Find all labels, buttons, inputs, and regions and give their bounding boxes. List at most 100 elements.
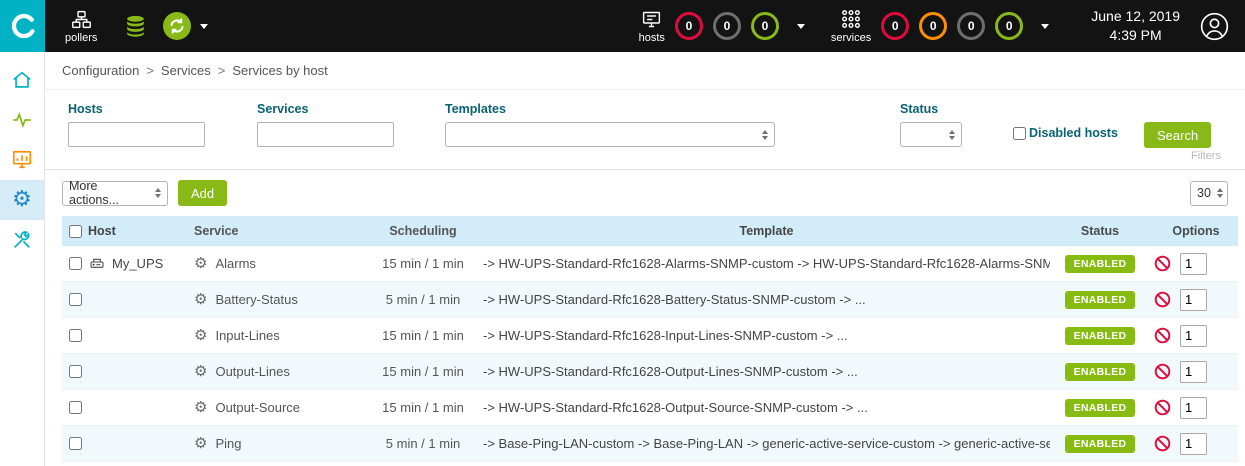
centreon-logo[interactable] [0,0,45,52]
breadcrumb-item-services[interactable]: Services [161,63,211,78]
row-checkbox[interactable] [69,329,82,342]
filters-caption: Filters [1191,150,1221,162]
breadcrumb-item-configuration[interactable]: Configuration [62,63,139,78]
services-warning-counter[interactable]: 0 [919,12,947,40]
template-chain: -> HW-UPS-Standard-Rfc1628-Alarms-SNMP-c… [483,256,1050,271]
database-menu[interactable] [123,13,148,40]
services-critical-counter[interactable]: 0 [881,12,909,40]
top-bar: pollers hosts [0,0,1245,52]
host-icon [88,256,106,272]
disable-icon[interactable] [1154,399,1171,416]
disabled-hosts-filter: Disabled hosts [1013,126,1118,140]
hosts-down-counter[interactable]: 0 [675,12,703,40]
hosts-unreachable-counter[interactable]: 0 [713,12,741,40]
pollers-menu[interactable]: pollers [65,9,97,44]
disable-icon[interactable] [1154,327,1171,344]
services-label: services [831,32,871,44]
row-checkbox[interactable] [69,437,82,450]
sidebar-item-administration[interactable] [0,220,44,260]
disable-icon[interactable] [1154,435,1171,452]
templates-filter-label: Templates [445,102,506,116]
hosts-menu[interactable]: hosts [639,9,665,44]
gear-icon: ⚙ [194,400,207,415]
sync-status-icon [162,11,192,41]
hosts-filter-input[interactable] [68,122,205,147]
sidebar-item-home[interactable] [0,60,44,100]
services-unknown-counter[interactable]: 0 [957,12,985,40]
gear-icon: ⚙ [194,256,207,271]
sidebar-item-reporting[interactable] [0,140,44,180]
template-chain: -> HW-UPS-Standard-Rfc1628-Output-Source… [483,400,1050,415]
select-arrows-icon [762,130,768,140]
scheduling-value: 15 min / 1 min [363,400,483,415]
service-name[interactable]: Input-Lines [215,328,279,343]
row-checkbox[interactable] [69,365,82,378]
row-checkbox[interactable] [69,293,82,306]
header-options: Options [1150,224,1238,238]
services-table: Host Service Scheduling Template Status … [62,216,1238,462]
templates-filter-select[interactable] [445,122,775,147]
disable-icon[interactable] [1154,255,1171,272]
header-host: Host [88,224,188,238]
service-name[interactable]: Battery-Status [215,292,297,307]
row-checkbox[interactable] [69,257,82,270]
disabled-hosts-label: Disabled hosts [1029,126,1118,140]
duplicate-count-input[interactable] [1180,433,1207,455]
counter-value: 0 [930,19,937,33]
gear-icon: ⚙ [12,189,32,211]
current-date: June 12, 2019 [1091,7,1180,26]
service-name[interactable]: Output-Source [215,400,300,415]
user-menu[interactable] [1200,12,1229,41]
more-actions-select[interactable]: More actions... [62,181,168,206]
scheduling-value: 5 min / 1 min [363,436,483,451]
service-name[interactable]: Ping [215,436,241,451]
add-button[interactable]: Add [178,180,227,206]
table-row: ⚙ Battery-Status 5 min / 1 min -> HW-UPS… [62,282,1238,318]
status-filter-select[interactable] [900,122,962,147]
services-ok-counter[interactable]: 0 [995,12,1023,40]
select-all-checkbox[interactable] [69,225,82,238]
pollers-icon [71,9,92,30]
duplicate-count-input[interactable] [1180,361,1207,383]
services-filter-input[interactable] [257,122,394,147]
header-status: Status [1050,224,1150,238]
gear-icon: ⚙ [194,364,207,379]
hosts-filter-label: Hosts [68,102,103,116]
duplicate-count-input[interactable] [1180,253,1207,275]
disable-icon[interactable] [1154,363,1171,380]
duplicate-count-input[interactable] [1180,289,1207,311]
chevron-down-icon[interactable] [797,24,805,29]
chevron-down-icon[interactable] [1041,24,1049,29]
search-button[interactable]: Search [1144,122,1211,148]
home-icon [11,69,33,91]
page-size-select[interactable]: 30 [1190,181,1228,206]
template-chain: -> HW-UPS-Standard-Rfc1628-Input-Lines-S… [483,328,1050,343]
centreon-c-icon [8,11,38,41]
disabled-hosts-checkbox[interactable] [1013,127,1026,140]
sidebar-item-monitoring[interactable] [0,100,44,140]
chevron-down-icon[interactable] [200,24,208,29]
header-template: Template [483,224,1050,238]
table-row: ⚙ Ping 5 min / 1 min -> Base-Ping-LAN-cu… [62,426,1238,462]
counter-value: 0 [686,19,693,33]
table-row: My_UPS ⚙ Alarms 15 min / 1 min -> HW-UPS… [62,246,1238,282]
gear-icon: ⚙ [194,328,207,343]
services-icon [840,8,862,30]
sidebar: ⚙ [0,52,45,466]
duplicate-count-input[interactable] [1180,397,1207,419]
row-checkbox[interactable] [69,401,82,414]
scheduling-value: 15 min / 1 min [363,256,483,271]
hosts-up-counter[interactable]: 0 [751,12,779,40]
hosts-icon [640,9,663,30]
service-name[interactable]: Output-Lines [215,364,289,379]
disable-icon[interactable] [1154,291,1171,308]
sidebar-item-configuration[interactable]: ⚙ [0,180,44,220]
pollers-label: pollers [65,32,97,44]
service-name[interactable]: Alarms [215,256,255,271]
host-name[interactable]: My_UPS [112,256,163,271]
platform-status-menu[interactable] [162,11,192,41]
duplicate-count-input[interactable] [1180,325,1207,347]
counter-value: 0 [762,19,769,33]
services-menu[interactable]: services [831,8,871,44]
status-badge: ENABLED [1065,399,1136,417]
